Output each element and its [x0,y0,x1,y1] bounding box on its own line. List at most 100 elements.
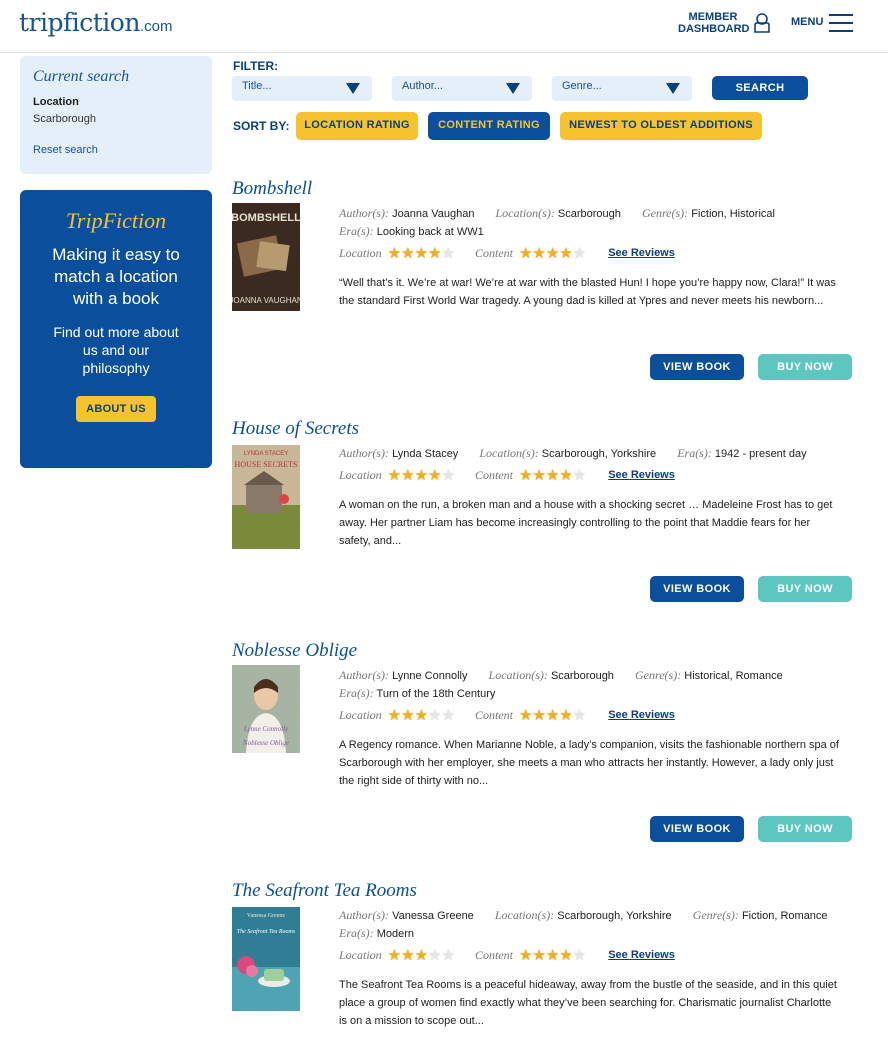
location-filter-value: Scarborough [33,113,96,125]
book-era-row: Era(s): Modern [339,924,849,942]
search-button[interactable]: SEARCH [712,76,808,100]
book-cover-image[interactable]: Vanessa Greene The Seafront Tea Rooms [232,905,300,1013]
star-empty-icon: ★ [441,244,455,262]
reset-search-link[interactable]: Reset search [33,144,199,156]
author-value[interactable]: Joanna Vaughan [392,208,474,220]
see-reviews-link[interactable]: See Reviews [608,240,675,266]
genre-value[interactable]: Fiction, Historical [691,208,775,220]
buy-now-button[interactable]: BUY NOW [758,354,852,380]
content-rating-label: Content [474,948,513,962]
content-star-rating: ★ ★ ★ ★ ★ [519,948,586,963]
location-star-rating: ★ ★ ★ ★ ★ [388,468,455,483]
book-title[interactable]: Bombshell [232,178,856,202]
location-value[interactable]: Scarborough, Yorkshire [557,910,671,922]
view-book-button[interactable]: VIEW BOOK [650,354,744,380]
author-value[interactable]: Lynne Connolly [392,670,467,682]
book-cover-image[interactable]: BOMBSHELL JOANNA VAUGHAN [232,203,300,311]
star-filled-icon: ★ [518,706,533,724]
book-info: Author(s): Vanessa Greene Location(s): S… [339,906,849,1030]
see-reviews-link[interactable]: See Reviews [608,702,675,728]
star-filled-icon: ★ [545,466,560,484]
book-info: Author(s): Lynne Connolly Location(s): S… [339,666,849,790]
book-info: Author(s): Lynda Stacey Location(s): Sca… [339,444,849,550]
star-empty-icon: ★ [428,946,442,964]
author-value[interactable]: Vanessa Greene [392,910,474,922]
sort-newest-button[interactable]: NEWEST TO OLDEST ADDITIONS [560,112,762,140]
star-filled-icon: ★ [414,466,429,484]
view-book-button[interactable]: VIEW BOOK [650,816,744,842]
sort-label: SORT BY: [233,119,290,133]
book-title[interactable]: The Seafront Tea Rooms [232,880,856,904]
buy-now-button[interactable]: BUY NOW [758,576,852,602]
star-filled-icon: ★ [545,706,560,724]
star-empty-icon: ★ [572,466,587,484]
content-rating-label: Content [474,246,513,260]
author-label: Author(s): [339,446,389,460]
star-filled-icon: ★ [518,244,533,262]
location-value[interactable]: Scarborough [551,670,614,682]
location-value[interactable]: Scarborough, Yorkshire [542,448,656,460]
era-value: Modern [376,928,415,940]
chevron-down-icon [506,83,520,94]
about-us-button[interactable]: ABOUT US [76,396,156,422]
site-logo[interactable]: tripfiction.com [19,8,172,37]
star-filled-icon: ★ [428,466,442,484]
star-filled-icon: ★ [387,244,402,262]
author-label: Author(s): [339,206,389,220]
sort-content-rating-button[interactable]: CONTENT RATING [428,112,550,140]
book-entry: Bombshell BOMBSHELL JOANNA VAUGHAN Autho… [232,178,856,388]
book-entry: House of Secrets LYNDA STACEY HOUSE SECR… [232,418,856,618]
buy-now-button[interactable]: BUY NOW [758,816,852,842]
star-filled-icon: ★ [401,706,415,724]
era-label: Era(s): [339,686,374,700]
genre-value[interactable]: Fiction, Romance [742,910,828,922]
see-reviews-link[interactable]: See Reviews [608,942,675,968]
author-filter-dropdown[interactable]: Author... [392,76,532,101]
book-meta-row: Author(s): Lynne Connolly Location(s): S… [339,666,849,684]
author-label: Author(s): [339,668,389,682]
location-label: Location(s): [494,908,555,922]
author-filter-placeholder: Author... [402,80,443,92]
era-label: Era(s): [339,224,374,238]
star-filled-icon: ★ [401,466,415,484]
menu-label[interactable]: MENU [791,16,823,28]
book-title[interactable]: Noblesse Oblige [232,640,856,664]
view-book-button[interactable]: VIEW BOOK [650,576,744,602]
genre-filter-placeholder: Genre... [562,80,602,92]
content-rating-label: Content [474,708,513,722]
location-label: Location(s): [479,446,539,460]
cover-author-text: Vanessa Greene [247,913,285,919]
era-label: Era(s): [339,926,374,940]
see-reviews-link[interactable]: See Reviews [608,462,675,488]
sort-location-rating-button[interactable]: LOCATION RATING [296,112,418,140]
location-value[interactable]: Scarborough [558,208,621,220]
member-dashboard-link[interactable]: MEMBER DASHBOARD [678,11,750,35]
genre-filter-dropdown[interactable]: Genre... [552,76,692,101]
chevron-down-icon [346,83,360,94]
cover-title-text: Noblesse Oblige [242,739,289,747]
genre-value[interactable]: Historical, Romance [684,670,782,682]
star-filled-icon: ★ [532,466,546,484]
content-star-rating: ★ ★ ★ ★ ★ [519,468,586,483]
book-meta-row: Author(s): Joanna Vaughan Location(s): S… [339,204,849,222]
book-description: “Well that’s it. We’re at war! We’re at … [339,277,836,307]
current-search-panel: Current search Location Scarborough Rese… [20,56,212,174]
book-cover-image[interactable]: Lynne Connolly Noblesse Oblige [232,665,300,753]
location-star-rating: ★ ★ ★ ★ ★ [388,708,455,723]
book-description: A woman on the run, a broken man and a h… [339,499,833,547]
star-empty-icon: ★ [441,706,455,724]
author-value[interactable]: Lynda Stacey [392,448,458,460]
genre-label: Genre(s): [692,908,739,922]
book-title[interactable]: House of Secrets [232,418,856,442]
logo-text: tripfiction [19,8,140,37]
era-value: Turn of the 18th Century [376,688,496,700]
hamburger-menu-icon[interactable] [829,14,853,33]
book-description: A Regency romance. When Marianne Noble, … [339,739,839,787]
book-ratings: Location ★ ★ ★ ★ ★ Content ★ ★ ★ ★ ★ See Reviews [339,702,849,728]
book-era-row: Era(s): Looking back at WW1 [339,222,849,240]
star-filled-icon: ★ [545,946,560,964]
location-filter-label: Location [33,96,79,108]
title-filter-dropdown[interactable]: Title... [232,76,372,101]
book-cover-image[interactable]: LYNDA STACEY HOUSE SECRETS [232,443,300,551]
user-icon[interactable] [752,12,772,34]
